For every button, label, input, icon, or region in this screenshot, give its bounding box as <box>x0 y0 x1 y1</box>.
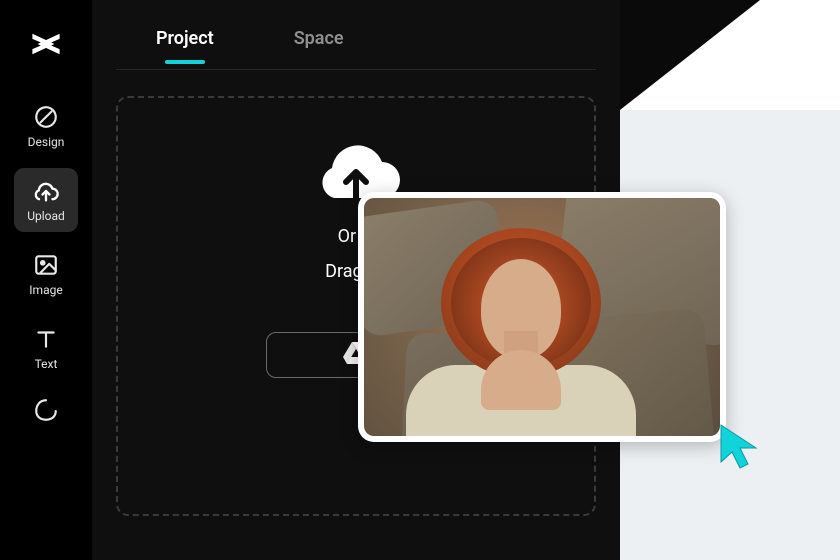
text-icon <box>32 325 60 353</box>
sidebar-item-label: Text <box>35 357 58 371</box>
photo-image <box>364 198 720 436</box>
tab-label: Project <box>156 28 214 49</box>
sidebar-item-label: Design <box>28 135 65 149</box>
tab-space[interactable]: Space <box>294 28 344 63</box>
dragged-photo-thumbnail[interactable] <box>358 192 726 442</box>
sidebar-item-design[interactable]: Design <box>14 94 78 158</box>
sidebar-item-label: Image <box>29 283 62 297</box>
sidebar-item-shape[interactable] <box>14 390 78 430</box>
tabs: Project Space <box>116 0 596 70</box>
sidebar: Design Upload Image Text <box>0 0 92 560</box>
sidebar-item-text[interactable]: Text <box>14 316 78 380</box>
sidebar-item-label: Upload <box>27 209 65 223</box>
logo-icon <box>29 27 63 61</box>
cloud-upload-icon <box>32 177 60 205</box>
image-icon <box>32 251 60 279</box>
brush-icon <box>32 103 60 131</box>
shape-icon <box>32 396 60 424</box>
capcut-logo <box>26 24 66 64</box>
tab-project[interactable]: Project <box>156 28 214 63</box>
sidebar-item-image[interactable]: Image <box>14 242 78 306</box>
sidebar-item-upload[interactable]: Upload <box>14 168 78 232</box>
tab-label: Space <box>294 28 344 49</box>
pointer-cursor-icon <box>718 422 764 476</box>
